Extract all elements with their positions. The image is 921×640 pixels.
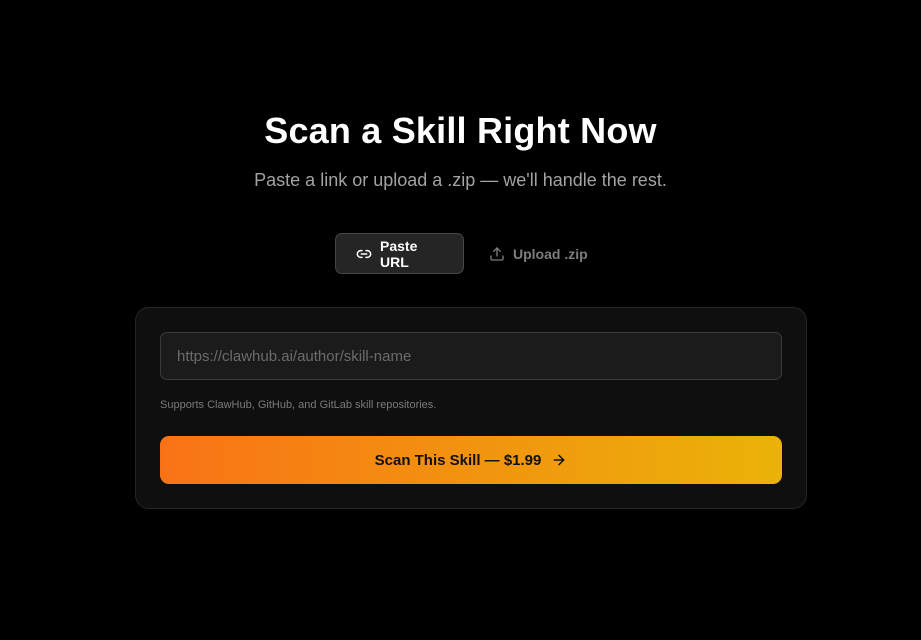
page-subtitle: Paste a link or upload a .zip — we'll ha…	[254, 170, 667, 190]
page-title: Scan a Skill Right Now	[264, 110, 657, 151]
input-mode-tabs: Paste URL Upload .zip	[335, 233, 599, 274]
arrow-right-icon	[551, 452, 567, 468]
upload-icon	[489, 246, 505, 262]
helper-text: Supports ClawHub, GitHub, and GitLab ski…	[160, 399, 437, 411]
scan-page: Scan a Skill Right Now Paste a link or u…	[0, 0, 921, 640]
scan-form-card: Supports ClawHub, GitHub, and GitLab ski…	[135, 307, 807, 509]
link-icon	[356, 246, 372, 262]
scan-skill-button-label: Scan This Skill — $1.99	[374, 451, 542, 469]
tab-paste-url[interactable]: Paste URL	[335, 233, 464, 274]
tab-upload-zip[interactable]: Upload .zip	[478, 233, 599, 274]
skill-url-input[interactable]	[160, 332, 782, 380]
scan-skill-button[interactable]: Scan This Skill — $1.99	[160, 436, 782, 484]
tab-paste-url-label: Paste URL	[380, 237, 418, 270]
tab-upload-zip-label: Upload .zip	[513, 245, 588, 262]
